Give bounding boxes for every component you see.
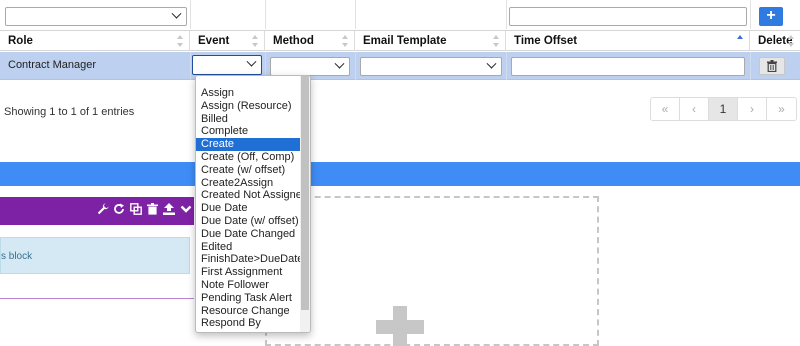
email-template-select[interactable] (360, 57, 502, 76)
column-header-role[interactable]: Role (0, 31, 190, 51)
column-header-label: Role (8, 35, 33, 47)
column-header-label: Email Template (363, 35, 447, 47)
dropdown-option[interactable]: FinishDate>DueDate (196, 253, 303, 266)
page-1-button[interactable]: 1 (709, 98, 738, 120)
previous-page-button[interactable]: ‹ (680, 98, 709, 120)
dropdown-option[interactable]: Create (Off, Comp) (196, 151, 300, 164)
dropdown-option[interactable]: Due Date Changed (196, 228, 300, 241)
wrench-icon[interactable] (97, 203, 109, 215)
info-block-text: s block (1, 251, 33, 262)
dropdown-options: Assign Assign (Resource) Billed Complete Cre… (196, 87, 308, 330)
column-header-time-offset[interactable]: Time Offset (506, 31, 750, 51)
dropdown-option[interactable]: Billed (196, 113, 300, 126)
sort-icon (342, 35, 348, 47)
delete-row-button[interactable] (759, 57, 785, 75)
chevron-down-icon (171, 8, 182, 19)
dropdown-option[interactable]: Due Date (w/ offset) (196, 215, 300, 228)
info-block: s block (0, 237, 190, 274)
section-header-bar (0, 162, 800, 186)
column-header-label: Method (273, 35, 314, 47)
chevron-down-icon (334, 58, 345, 69)
sort-icon (493, 35, 499, 47)
table-info-text: Showing 1 to 1 of 1 entries (4, 106, 135, 118)
time-offset-filter-input[interactable] (509, 7, 747, 26)
dropdown-option[interactable]: Pending Task Alert (196, 292, 300, 305)
block-toolbar (0, 197, 194, 225)
column-header-label: Time Offset (514, 35, 578, 47)
copy-icon[interactable] (130, 203, 142, 215)
next-page-button[interactable]: › (738, 98, 767, 120)
dropdown-option[interactable]: Assign (Resource) (196, 100, 300, 113)
pagination: « ‹ 1 › » (650, 97, 797, 121)
divider (0, 298, 194, 299)
event-dropdown-list: Assign Assign (Resource) Billed Complete Cre… (195, 75, 311, 333)
dropdown-option[interactable]: Respond By (196, 317, 300, 330)
upload-icon[interactable] (163, 203, 175, 215)
column-header-method[interactable]: Method (265, 31, 355, 51)
dropdown-option[interactable]: Create (w/ offset) (196, 164, 300, 177)
dropdown-option[interactable]: Create2Assign (196, 177, 300, 190)
event-select[interactable] (192, 55, 262, 75)
dropdown-option[interactable]: Assign (196, 87, 300, 100)
sort-icon (788, 35, 794, 47)
add-button[interactable]: + (759, 7, 783, 26)
sort-icon (177, 35, 183, 47)
chevron-down-icon (486, 58, 497, 69)
refresh-icon[interactable] (113, 203, 125, 215)
dropdown-option[interactable]: Edited (196, 241, 300, 254)
dropdown-option[interactable]: Created Not Assigned (196, 189, 308, 202)
chevron-down-icon (246, 56, 257, 67)
chevron-down-icon[interactable] (180, 203, 192, 215)
plus-icon[interactable] (376, 306, 424, 346)
sort-icon (252, 35, 258, 47)
table-header: Role Event Method Email Template Time Of… (0, 30, 800, 51)
method-select[interactable] (270, 57, 350, 76)
scrollbar-thumb[interactable] (301, 76, 309, 310)
column-header-label: Event (198, 35, 230, 47)
role-filter-select[interactable] (5, 7, 187, 26)
filter-row: + (0, 0, 800, 29)
dropdown-option[interactable]: Due Date (196, 202, 300, 215)
dropdown-option[interactable]: First Assignment (196, 266, 300, 279)
trash-icon[interactable] (147, 203, 158, 215)
time-offset-input[interactable] (511, 57, 745, 76)
column-header-event[interactable]: Event (190, 31, 265, 51)
last-page-button[interactable]: » (767, 98, 796, 120)
column-header-delete[interactable]: Delete (750, 31, 800, 51)
scrollbar[interactable] (300, 76, 310, 332)
dropdown-option[interactable]: Note Follower (196, 279, 300, 292)
dropdown-option[interactable]: Create (196, 138, 300, 151)
drop-zone[interactable] (265, 196, 599, 346)
column-header-email-template[interactable]: Email Template (355, 31, 506, 51)
sort-ascending-icon (737, 35, 743, 47)
role-cell: Contract Manager (8, 59, 97, 71)
first-page-button[interactable]: « (651, 98, 680, 120)
trash-icon (767, 60, 777, 73)
dropdown-option[interactable]: Resource Change (196, 305, 300, 318)
dropdown-option[interactable]: Complete (196, 125, 300, 138)
